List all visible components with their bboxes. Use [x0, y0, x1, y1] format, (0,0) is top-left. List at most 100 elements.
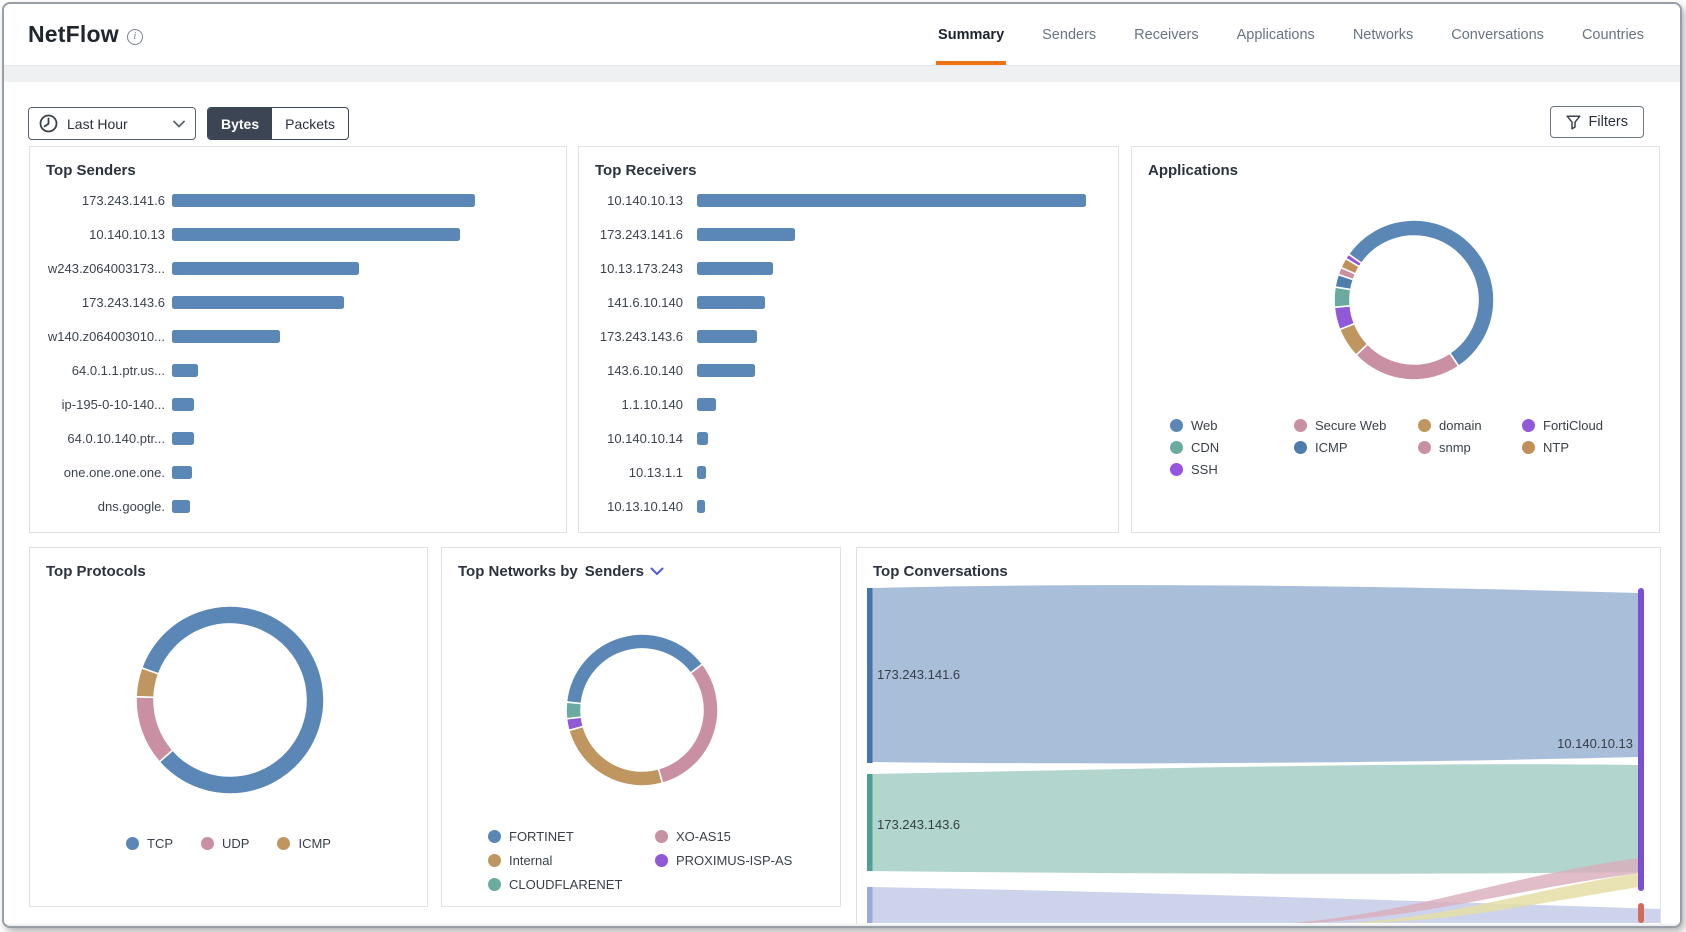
sankey-node-receiver-2[interactable]: [1638, 903, 1644, 923]
donut-slice-CDN[interactable]: [1334, 287, 1351, 307]
legend-item-fortinet[interactable]: FORTINET: [488, 829, 655, 844]
page-title: NetFlow: [28, 21, 119, 48]
bar-category-label: 173.243.143.6: [595, 329, 683, 344]
bar[interactable]: [697, 330, 757, 343]
bar[interactable]: [172, 364, 198, 377]
bar[interactable]: [172, 228, 460, 241]
sankey-node-receiver-1[interactable]: [1638, 588, 1644, 891]
legend-item-ssh[interactable]: SSH: [1170, 462, 1294, 477]
bar-category-label: 64.0.10.140.ptr...: [46, 431, 165, 446]
bar[interactable]: [697, 228, 795, 241]
legend-item-icmp[interactable]: ICMP: [1294, 440, 1418, 455]
legend-item-udp[interactable]: UDP: [201, 836, 249, 851]
top-protocols-panel: Top Protocols TCPUDPICMP: [29, 547, 428, 907]
bar[interactable]: [697, 296, 765, 309]
legend-dot: [126, 837, 139, 850]
legend-item-snmp[interactable]: snmp: [1418, 440, 1522, 455]
bar-row: ip-195-0-10-140...: [46, 397, 546, 412]
bar[interactable]: [697, 432, 708, 445]
sankey-label-source-2: 173.243.143.6: [877, 817, 960, 832]
legend-item-cdn[interactable]: CDN: [1170, 440, 1294, 455]
bar[interactable]: [172, 296, 344, 309]
bar[interactable]: [172, 330, 280, 343]
donut-slice-Secure Web[interactable]: [1356, 344, 1459, 380]
legend-item-cloudflarenet[interactable]: CLOUDFLARENET: [488, 877, 655, 892]
legend-item-forticloud[interactable]: FortiCloud: [1522, 418, 1603, 433]
tab-receivers[interactable]: Receivers: [1132, 4, 1200, 65]
legend-dot: [1522, 441, 1535, 454]
bar-row: 10.140.10.13: [46, 227, 546, 242]
sankey-node-sender-3[interactable]: [867, 887, 873, 923]
donut-slice-CLOUDFLARENET[interactable]: [566, 702, 581, 719]
legend-label: CLOUDFLARENET: [509, 877, 622, 892]
donut-slice-Internal[interactable]: [569, 726, 663, 786]
tab-countries[interactable]: Countries: [1580, 4, 1646, 65]
legend-label: Web: [1191, 418, 1218, 433]
bar[interactable]: [172, 432, 194, 445]
legend-item-internal[interactable]: Internal: [488, 853, 655, 868]
legend-label: TCP: [147, 836, 173, 851]
legend-item-tcp[interactable]: TCP: [126, 836, 173, 851]
bar[interactable]: [697, 262, 773, 275]
bar-category-label: 1.1.10.140: [595, 397, 683, 412]
tab-conversations[interactable]: Conversations: [1449, 4, 1546, 65]
top-receivers-title: Top Receivers: [595, 162, 696, 179]
tab-networks[interactable]: Networks: [1351, 4, 1415, 65]
bar-row: one.one.one.one.: [46, 465, 546, 480]
bar-row: dns.google.: [46, 499, 546, 514]
info-icon[interactable]: i: [127, 29, 143, 45]
bar-category-label: 10.140.10.13: [46, 227, 165, 242]
bar[interactable]: [697, 194, 1086, 207]
bar[interactable]: [697, 398, 716, 411]
packets-button[interactable]: Packets: [272, 108, 348, 139]
legend-dot: [1418, 419, 1431, 432]
donut-slice-UDP[interactable]: [136, 697, 173, 762]
legend-item-icmp[interactable]: ICMP: [277, 836, 331, 851]
donut-slice-TCP[interactable]: [142, 606, 324, 794]
legend-item-proximus-isp-as[interactable]: PROXIMUS-ISP-AS: [655, 853, 792, 868]
legend-label: SSH: [1191, 462, 1218, 477]
legend-dot: [488, 854, 501, 867]
bar-category-label: one.one.one.one.: [46, 465, 165, 480]
bar[interactable]: [697, 466, 706, 479]
bar-row: 64.0.10.140.ptr...: [46, 431, 546, 446]
legend-item-domain[interactable]: domain: [1418, 418, 1522, 433]
donut-slice-XO-AS15[interactable]: [658, 664, 718, 783]
sankey-node-sender-1[interactable]: [867, 588, 873, 763]
bar-row: w140.z064003010...: [46, 329, 546, 344]
bar[interactable]: [172, 398, 194, 411]
legend-item-xo-as15[interactable]: XO-AS15: [655, 829, 792, 844]
bar-track: [697, 228, 1098, 241]
filters-button[interactable]: Filters: [1550, 106, 1644, 138]
sankey-flow-band-2[interactable]: [872, 764, 1639, 874]
bar-category-label: w243.z064003173...: [46, 261, 165, 276]
legend-item-web[interactable]: Web: [1170, 418, 1294, 433]
legend-dot: [655, 830, 668, 843]
bar[interactable]: [172, 194, 475, 207]
bar-row: 143.6.10.140: [595, 363, 1098, 378]
bytes-button[interactable]: Bytes: [208, 108, 272, 139]
bar-category-label: dns.google.: [46, 499, 165, 514]
donut-slice-ICMP[interactable]: [136, 668, 159, 698]
bar-track: [172, 296, 546, 309]
bar[interactable]: [172, 262, 359, 275]
bar[interactable]: [172, 466, 192, 479]
sankey-node-sender-2[interactable]: [867, 774, 873, 871]
tab-summary[interactable]: Summary: [936, 4, 1006, 65]
tab-senders[interactable]: Senders: [1040, 4, 1098, 65]
bar-track: [697, 296, 1098, 309]
bar[interactable]: [697, 364, 755, 377]
bar[interactable]: [697, 500, 705, 513]
time-range-select[interactable]: Last Hour: [28, 107, 196, 140]
bar-category-label: 10.13.10.140: [595, 499, 683, 514]
legend-item-secure-web[interactable]: Secure Web: [1294, 418, 1418, 433]
top-protocols-legend: TCP UDP ICMP: [30, 836, 427, 851]
legend-item-ntp[interactable]: NTP: [1522, 440, 1603, 455]
sankey-flow-band-1[interactable]: [872, 585, 1639, 763]
bar-category-label: 10.13.173.243: [595, 261, 683, 276]
legend-label: Secure Web: [1315, 418, 1386, 433]
donut-slice-FORTINET[interactable]: [566, 634, 702, 704]
donut-slice-Web[interactable]: [1348, 220, 1494, 366]
bar[interactable]: [172, 500, 190, 513]
tab-applications[interactable]: Applications: [1235, 4, 1317, 65]
